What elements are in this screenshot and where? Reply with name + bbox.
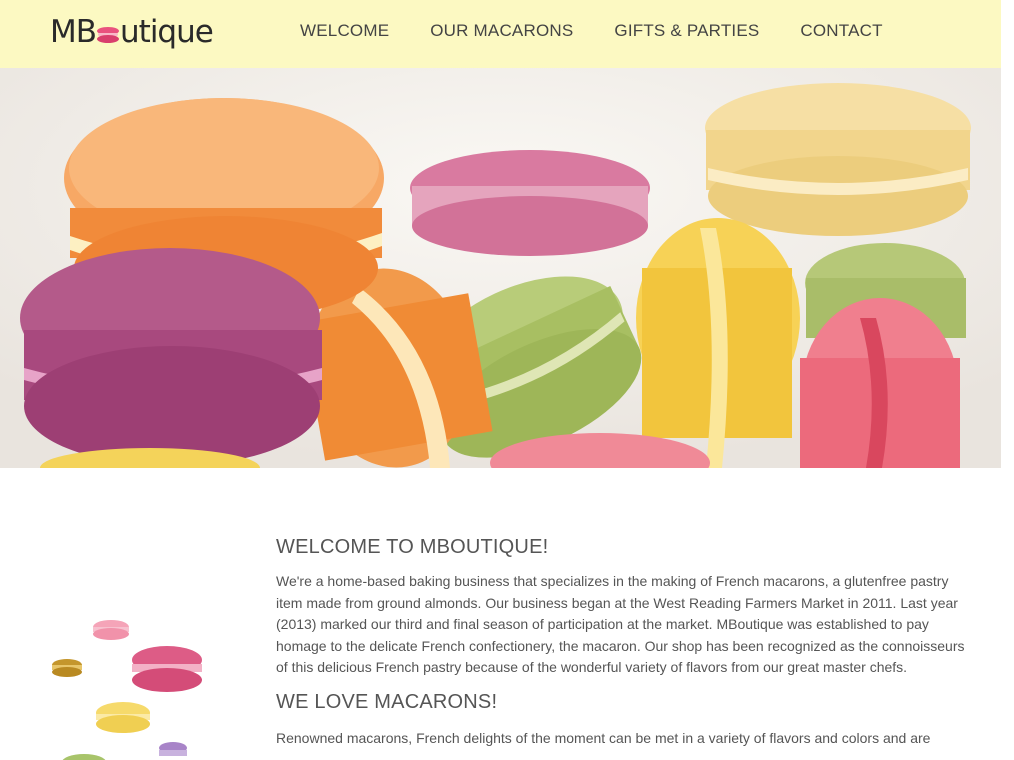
logo-text-end: utique — [120, 14, 214, 50]
hero-macarons-image — [0, 68, 1001, 468]
welcome-paragraph: We're a home-based baking business that … — [276, 573, 965, 675]
main-content: WELCOME TO MBOUTIQUE! We're a home-based… — [276, 535, 976, 749]
nav-contact[interactable]: CONTACT — [800, 20, 882, 44]
green-macaron-icon — [62, 754, 106, 760]
macarons-photo — [0, 68, 1001, 468]
nav-welcome[interactable]: WELCOME — [300, 20, 389, 44]
love-macarons-heading: WE LOVE MACARONS! — [276, 690, 498, 713]
nav-our-macarons[interactable]: OUR MACARONS — [430, 20, 573, 44]
site-header: MB utique WELCOME OUR MACARONS GIFTS & PA… — [0, 0, 1001, 68]
nav-gifts-parties[interactable]: GIFTS & PARTIES — [614, 20, 759, 44]
decorative-macarons-illustration — [40, 610, 240, 760]
main-nav: WELCOME OUR MACARONS GIFTS & PARTIES CON… — [300, 20, 924, 44]
site-logo[interactable]: MB utique — [50, 12, 214, 52]
love-macarons-paragraph: Renowned macarons, French delights of th… — [276, 729, 931, 746]
logo-text-start: MB — [50, 14, 97, 50]
logo-macaron-icon — [97, 27, 120, 43]
welcome-heading: WELCOME TO MBOUTIQUE! — [276, 536, 549, 558]
